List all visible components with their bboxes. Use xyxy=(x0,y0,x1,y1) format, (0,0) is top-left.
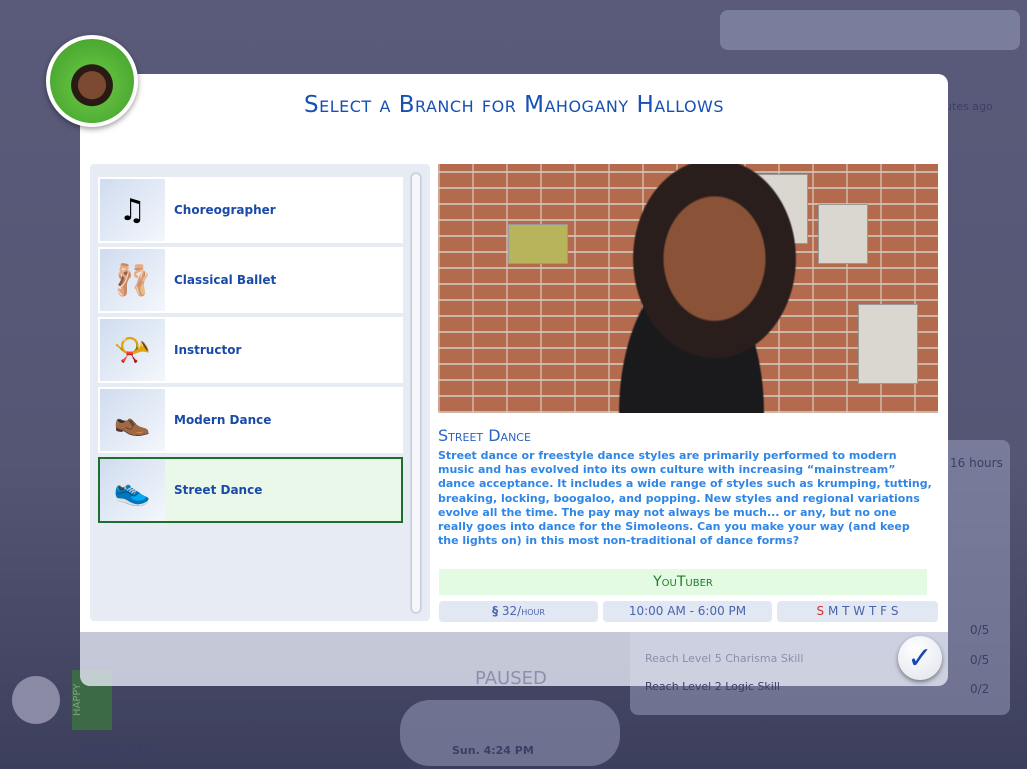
sim-portrait[interactable] xyxy=(12,676,60,724)
work-hours: 16 hours xyxy=(950,456,1003,470)
career-name: YouTuber xyxy=(439,569,927,595)
checkmark-icon: ✓ xyxy=(907,640,933,676)
simoleon-icon: § xyxy=(492,604,499,618)
branch-description: Street dance or freestyle dance styles a… xyxy=(438,449,932,548)
dress-shoe-icon: 👞 xyxy=(100,389,165,451)
list-scrollbar[interactable] xyxy=(410,172,422,614)
confirm-button[interactable]: ✓ xyxy=(898,636,942,680)
branch-image xyxy=(438,164,938,413)
sneakers-icon: 👟 xyxy=(100,459,165,521)
top-toolbar xyxy=(720,10,1020,50)
branch-select-dialog: Select a Branch for Mahogany Hallows ♫ Ch… xyxy=(80,74,948,686)
goal-progress: 0/2 xyxy=(970,682,990,696)
branch-item-instructor[interactable]: 📯 Instructor xyxy=(98,317,403,383)
branch-title: Street Dance xyxy=(438,426,531,445)
branch-item-modern-dance[interactable]: 👞 Modern Dance xyxy=(98,387,403,453)
ballet-shoes-icon: 🩰 xyxy=(100,249,165,311)
work-hours: 10:00 AM - 6:00 PM xyxy=(603,601,772,622)
goal-progress: 0/5 xyxy=(970,653,990,667)
branch-item-street-dance[interactable]: 👟 Street Dance xyxy=(98,457,403,523)
branch-label: Modern Dance xyxy=(174,413,272,427)
pay-rate: § 32/hour xyxy=(439,601,598,622)
branch-item-classical-ballet[interactable]: 🩰 Classical Ballet xyxy=(98,247,403,313)
branch-list: ♫ Choreographer 🩰 Classical Ballet 📯 Instru… xyxy=(90,164,430,621)
funds: §607,914 xyxy=(84,743,155,759)
branch-label: Classical Ballet xyxy=(174,273,277,287)
dialog-title: Select a Branch for Mahogany Hallows xyxy=(303,92,725,118)
branch-label: Instructor xyxy=(174,343,242,357)
clock: Sun. 4:24 PM xyxy=(452,744,534,757)
paused-label: PAUSED xyxy=(475,668,547,689)
branch-label: Street Dance xyxy=(174,483,263,497)
branch-item-choreographer[interactable]: ♫ Choreographer xyxy=(98,177,403,243)
work-days: S M T W T F S xyxy=(777,601,938,622)
goal-label: Reach Level 2 Logic Skill xyxy=(645,680,780,693)
gramophone-icon: 📯 xyxy=(100,319,165,381)
goal-label: Reach Level 5 Charisma Skill xyxy=(645,652,804,665)
music-note-icon: ♫ xyxy=(100,179,165,241)
sim-avatar xyxy=(46,35,138,127)
goal-progress: 0/5 xyxy=(970,623,990,637)
scrollbar-thumb[interactable] xyxy=(411,173,421,613)
branch-label: Choreographer xyxy=(174,203,276,217)
